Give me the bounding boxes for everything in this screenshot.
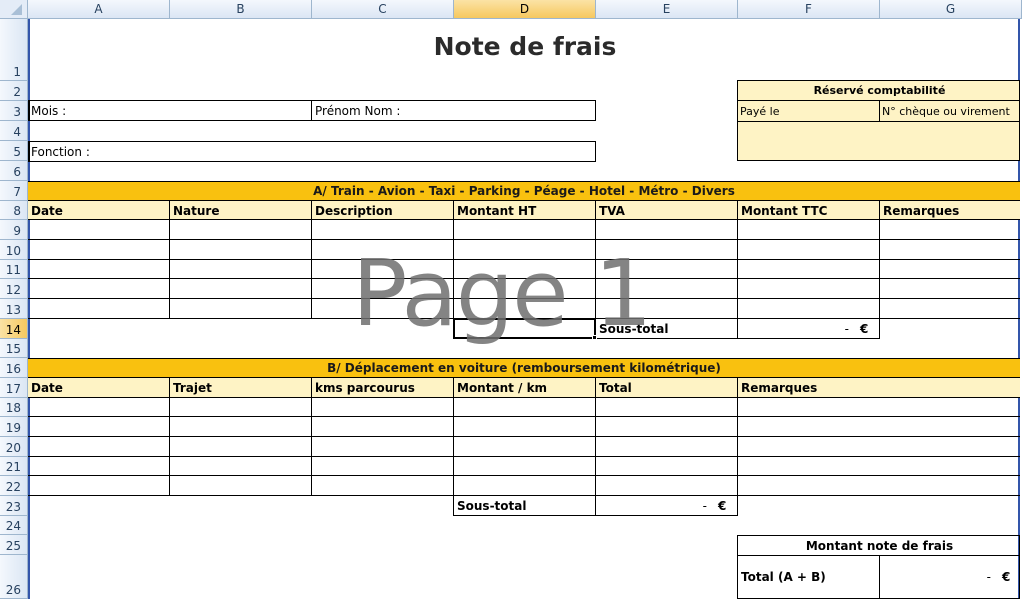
section-b-vline <box>311 378 312 496</box>
section-a-vline <box>169 201 170 319</box>
row-header-12[interactable]: 12 <box>0 279 28 299</box>
column-header-b[interactable]: B <box>170 0 312 19</box>
section-b-vline <box>453 378 454 516</box>
section-b-col-date: Date <box>31 380 63 395</box>
column-header-c[interactable]: C <box>312 0 454 19</box>
total-currency: € <box>1002 570 1011 584</box>
identity-divider <box>311 100 312 121</box>
select-all-corner[interactable] <box>0 0 28 19</box>
section-a-col-tva: TVA <box>599 203 625 218</box>
section-a-col-montant-ttc: Montant TTC <box>741 203 828 218</box>
section-a-col-description: Description <box>315 203 393 218</box>
select-all-triangle-icon <box>11 4 22 15</box>
column-header-a[interactable]: A <box>28 0 170 19</box>
section-b-vline <box>737 378 738 516</box>
section-b-hline <box>28 475 1020 476</box>
sheet-title: Note de frais <box>433 32 617 61</box>
section-b-header: B/ Déplacement en voiture (remboursement… <box>28 358 1020 378</box>
section-b-hline <box>28 456 1020 457</box>
row-header-10[interactable]: 10 <box>0 240 28 260</box>
prenom-nom-field[interactable]: Prénom Nom : <box>313 101 593 120</box>
total-value: - <box>986 570 991 584</box>
row-header-20[interactable]: 20 <box>0 437 28 457</box>
row-header-11[interactable]: 11 <box>0 260 28 279</box>
row-header-23[interactable]: 23 <box>0 496 28 516</box>
section-a-col-nature: Nature <box>173 203 220 218</box>
row-header-9[interactable]: 9 <box>0 220 28 240</box>
row-header-4[interactable]: 4 <box>0 121 28 141</box>
section-b-subtotal-label: Sous-total <box>457 498 527 513</box>
total-vdivider <box>879 555 880 599</box>
row-header-13[interactable]: 13 <box>0 299 28 319</box>
total-label: Total (A + B) <box>741 570 826 584</box>
section-b-col-montant-km: Montant / km <box>457 380 548 395</box>
mois-field[interactable]: Mois : <box>29 101 309 120</box>
row-header-5[interactable]: 5 <box>0 141 28 161</box>
column-header-g[interactable]: G <box>880 0 1022 19</box>
section-a-col-montant-ht: Montant HT <box>457 203 537 218</box>
row-header-3[interactable]: 3 <box>0 101 28 121</box>
section-b-col-trajet: Trajet <box>173 380 212 395</box>
page-watermark: Page 1 <box>352 240 653 347</box>
section-b-col-kms: kms parcourus <box>315 380 415 395</box>
row-header-2[interactable]: 2 <box>0 81 28 101</box>
section-a-subtotal-value: - <box>844 321 849 336</box>
row-header-18[interactable]: 18 <box>0 398 28 417</box>
total-header: Montant note de frais <box>805 538 954 553</box>
section-a-vline <box>879 201 880 339</box>
section-a-header: A/ Train - Avion - Taxi - Parking - Péag… <box>28 181 1020 201</box>
row-header-7[interactable]: 7 <box>0 181 28 201</box>
section-b-hline <box>28 416 1020 417</box>
reserve-divider-2 <box>737 121 1020 122</box>
row-header-25[interactable]: 25 <box>0 535 28 555</box>
row-header-17[interactable]: 17 <box>0 378 28 398</box>
column-header-f[interactable]: F <box>738 0 880 19</box>
paye-le-label: Payé le <box>740 104 780 118</box>
section-a-subtotal-currency: € <box>860 321 869 336</box>
row-header-8[interactable]: 8 <box>0 201 28 220</box>
column-header-d[interactable]: D <box>454 0 596 19</box>
section-a-col-date: Date <box>31 203 63 218</box>
section-a-vline <box>737 201 738 339</box>
section-b-subtotal-value: - <box>702 498 707 513</box>
section-b-subtotal-bottom <box>453 515 738 516</box>
fonction-field[interactable]: Fonction : <box>29 142 589 161</box>
section-b-subtotal-currency: € <box>718 498 727 513</box>
section-b-col-remarques: Remarques <box>741 380 818 395</box>
section-a-col-remarques: Remarques <box>883 203 960 218</box>
section-b-vline <box>169 378 170 496</box>
row-header-1[interactable]: 1 <box>0 19 28 81</box>
section-b-hline <box>28 436 1020 437</box>
cheque-label: N° chèque ou virement <box>882 104 1010 118</box>
row-header-15[interactable]: 15 <box>0 339 28 358</box>
row-header-26[interactable]: 26 <box>0 555 28 599</box>
section-b-col-total: Total <box>599 380 632 395</box>
row-header-24[interactable]: 24 <box>0 516 28 535</box>
section-b-vline <box>595 378 596 516</box>
reserve-header: Réservé comptabilité <box>813 84 946 97</box>
row-header-14[interactable]: 14 <box>0 319 28 339</box>
row-header-6[interactable]: 6 <box>0 161 28 181</box>
row-header-19[interactable]: 19 <box>0 417 28 437</box>
column-header-e[interactable]: E <box>596 0 738 19</box>
section-a-vline <box>311 201 312 319</box>
row-header-16[interactable]: 16 <box>0 358 28 378</box>
row-header-22[interactable]: 22 <box>0 476 28 496</box>
row-header-21[interactable]: 21 <box>0 457 28 476</box>
